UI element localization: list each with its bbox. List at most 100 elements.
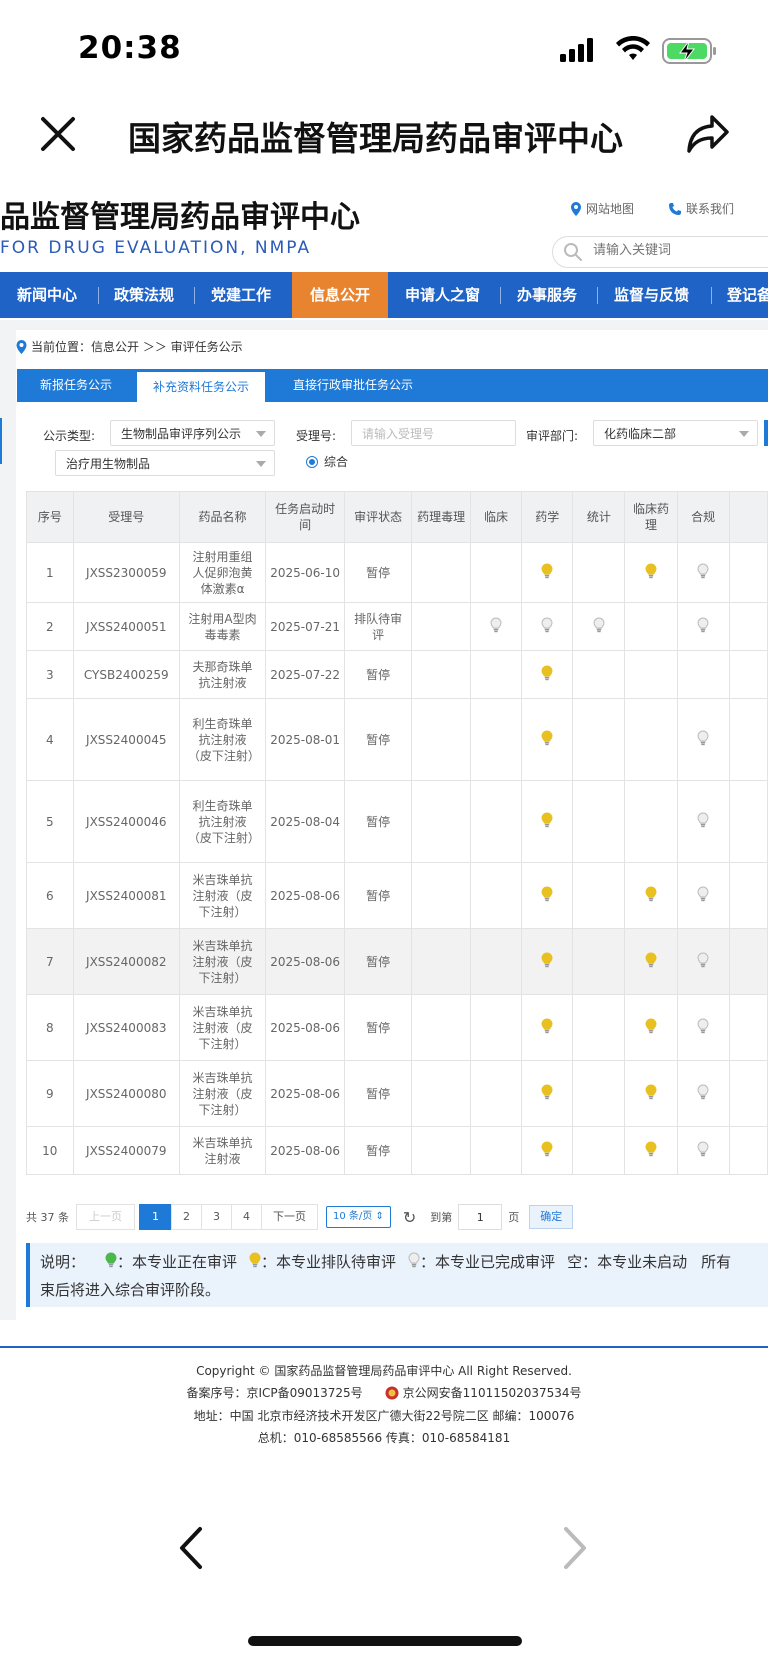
refresh-icon[interactable]: ↻ bbox=[403, 1208, 416, 1227]
cellular-signal-icon bbox=[560, 38, 596, 66]
cell-pharmacy bbox=[521, 1060, 574, 1127]
cell-pharmacy bbox=[521, 542, 574, 603]
cell-compliance bbox=[676, 1060, 730, 1127]
breadcrumb-text: 当前位置：信息公开 ＞＞ 审评任务公示 bbox=[31, 340, 243, 354]
table-row[interactable]: 4 JXSS2400045 利生奇珠单抗注射液（皮下注射） 2025-08-01 暂停 bbox=[26, 698, 768, 781]
site-subtitle: FOR DRUG EVALUATION, NMPA bbox=[0, 238, 312, 258]
gray-bulb-icon bbox=[697, 1140, 709, 1161]
cell-no: 5 bbox=[26, 780, 74, 863]
cell-status: 排队待审评 bbox=[344, 602, 413, 651]
header-no: 序号 bbox=[26, 491, 74, 543]
type-select[interactable]: 生物制品审评序列公示 bbox=[110, 420, 275, 446]
legend-tail: 所有 bbox=[701, 1253, 732, 1271]
cell-overflow bbox=[728, 542, 768, 603]
cell-clinical bbox=[469, 698, 523, 781]
table-row[interactable]: 3 CYSB2400259 夫那奇珠单抗注射液 2025-07-22 暂停 bbox=[26, 650, 768, 699]
table-row[interactable]: 9 JXSS2400080 米吉珠单抗注射液（皮下注射） 2025-08-06 暂停 bbox=[26, 1060, 768, 1127]
tab-new-submissions[interactable]: 新报任务公示 bbox=[17, 369, 135, 402]
police-record[interactable]: 京公网安备11011502037534号 bbox=[385, 1384, 582, 1401]
cell-drug-name: 利生奇珠单抗注射液（皮下注射） bbox=[178, 698, 267, 781]
cell-statistics bbox=[572, 994, 626, 1061]
page-button-2[interactable]: 2 bbox=[171, 1204, 202, 1230]
query-button-edge[interactable] bbox=[764, 420, 768, 446]
nav-divider bbox=[597, 287, 598, 304]
acceptance-input[interactable]: 请输入受理号 bbox=[351, 420, 516, 446]
search-box[interactable] bbox=[552, 236, 768, 268]
page-button-1[interactable]: 1 bbox=[139, 1204, 172, 1230]
cell-compliance bbox=[676, 542, 730, 603]
page-title: 国家药品监督管理局药品审评中心 bbox=[128, 119, 623, 158]
cell-clinical-pharmacology bbox=[624, 1060, 678, 1127]
nav-item-register[interactable]: 登记备 bbox=[727, 272, 768, 318]
search-input[interactable] bbox=[591, 242, 745, 259]
legend-box: 说明： ：本专业正在审评 ：本专业排队待审评 ：本专业已完成审评 空：本专业未启… bbox=[26, 1243, 768, 1307]
goto-page-input[interactable] bbox=[458, 1204, 503, 1230]
next-page-button[interactable]: 下一页 bbox=[261, 1204, 318, 1230]
dept-select-value: 化药临床二部 bbox=[604, 427, 677, 441]
dept-select[interactable]: 化药临床二部 bbox=[593, 420, 758, 446]
status-time: 20:38 bbox=[78, 30, 182, 66]
prev-page-button[interactable]: 上一页 bbox=[76, 1204, 135, 1230]
cell-pharmacy bbox=[521, 928, 574, 995]
cell-no: 3 bbox=[26, 650, 74, 699]
back-arrow-icon[interactable] bbox=[176, 1526, 206, 1574]
cell-overflow bbox=[728, 650, 768, 699]
cell-no: 2 bbox=[26, 602, 74, 651]
subtype-select[interactable]: 治疗用生物制品 bbox=[55, 450, 275, 476]
page-button-3[interactable]: 3 bbox=[201, 1204, 232, 1230]
nav-item-feedback[interactable]: 监督与反馈 bbox=[614, 272, 689, 318]
page-button-4[interactable]: 4 bbox=[231, 1204, 262, 1230]
table-row[interactable]: 2 JXSS2400051 注射用A型肉毒毒素 2025-07-21 排队待审评 bbox=[26, 602, 768, 651]
forward-arrow-icon[interactable] bbox=[560, 1526, 590, 1574]
confirm-button[interactable]: 确定 bbox=[529, 1205, 574, 1229]
tab-supplementary[interactable]: 补充资料任务公示 bbox=[137, 372, 265, 402]
table-row[interactable]: 1 JXSS2300059 注射用重组人促卵泡黄体激素α 2025-06-10 暂停 bbox=[26, 542, 768, 603]
nav-item-applicant[interactable]: 申请人之窗 bbox=[405, 272, 480, 318]
cell-pharmacy bbox=[521, 862, 574, 929]
nav-item-services[interactable]: 办事服务 bbox=[517, 272, 577, 318]
sitemap-link[interactable]: 网站地图 bbox=[570, 200, 634, 217]
cell-clinical-pharmacology bbox=[624, 542, 678, 603]
header-overflow bbox=[728, 491, 768, 543]
footer-divider bbox=[0, 1346, 768, 1348]
cell-clinical-pharmacology bbox=[624, 650, 678, 699]
nav-item-disclosure[interactable]: 信息公开 bbox=[292, 272, 388, 318]
cell-toxicology bbox=[411, 1060, 471, 1127]
page-size-select[interactable]: 10 条/页 ⇕ bbox=[326, 1206, 391, 1228]
table-row[interactable]: 5 JXSS2400046 利生奇珠单抗注射液（皮下注射） 2025-08-04 暂停 bbox=[26, 780, 768, 863]
share-icon[interactable] bbox=[686, 114, 730, 154]
cell-no: 9 bbox=[26, 1060, 74, 1127]
cell-clinical bbox=[469, 1060, 523, 1127]
search-icon bbox=[564, 243, 582, 261]
home-indicator bbox=[248, 1636, 522, 1646]
cell-clinical-pharmacology bbox=[624, 1126, 678, 1175]
table-row[interactable]: 6 JXSS2400081 米吉珠单抗注射液（皮下注射） 2025-08-06 暂停 bbox=[26, 862, 768, 929]
type-label: 公示类型: bbox=[43, 429, 96, 443]
cell-toxicology bbox=[411, 602, 471, 651]
contact-link[interactable]: 联系我们 bbox=[668, 200, 734, 217]
header-toxicology: 药理毒理 bbox=[411, 491, 471, 543]
chevron-down-icon bbox=[256, 431, 266, 437]
cell-clinical bbox=[469, 650, 523, 699]
cell-acceptance-no: JXSS2400046 bbox=[72, 780, 180, 863]
cell-overflow bbox=[728, 780, 768, 863]
header-acceptance-no: 受理号 bbox=[72, 491, 180, 543]
table-row[interactable]: 7 JXSS2400082 米吉珠单抗注射液（皮下注射） 2025-08-06 暂停 bbox=[26, 928, 768, 995]
nav-item-party[interactable]: 党建工作 bbox=[211, 272, 271, 318]
yellow-bulb-icon bbox=[541, 664, 553, 685]
tab-direct-approval[interactable]: 直接行政审批任务公示 bbox=[273, 369, 433, 402]
header-start-time: 任务启动时间 bbox=[265, 491, 346, 543]
close-icon[interactable] bbox=[38, 114, 78, 154]
cell-clinical-pharmacology bbox=[624, 862, 678, 929]
cell-compliance bbox=[676, 862, 730, 929]
table-row[interactable]: 8 JXSS2400083 米吉珠单抗注射液（皮下注射） 2025-08-06 暂停 bbox=[26, 994, 768, 1061]
nav-item-policy[interactable]: 政策法规 bbox=[114, 272, 174, 318]
header-pharmacy: 药学 bbox=[521, 491, 574, 543]
cell-acceptance-no: JXSS2300059 bbox=[72, 542, 180, 603]
comprehensive-radio[interactable]: 综合 bbox=[306, 453, 348, 470]
police-badge-icon bbox=[385, 1386, 399, 1399]
icp-link[interactable]: 备案序号：京ICP备09013725号 bbox=[186, 1384, 362, 1401]
cell-overflow bbox=[728, 1126, 768, 1175]
nav-item-news[interactable]: 新闻中心 bbox=[17, 272, 77, 318]
table-row[interactable]: 10 JXSS2400079 米吉珠单抗注射液 2025-08-06 暂停 bbox=[26, 1126, 768, 1175]
